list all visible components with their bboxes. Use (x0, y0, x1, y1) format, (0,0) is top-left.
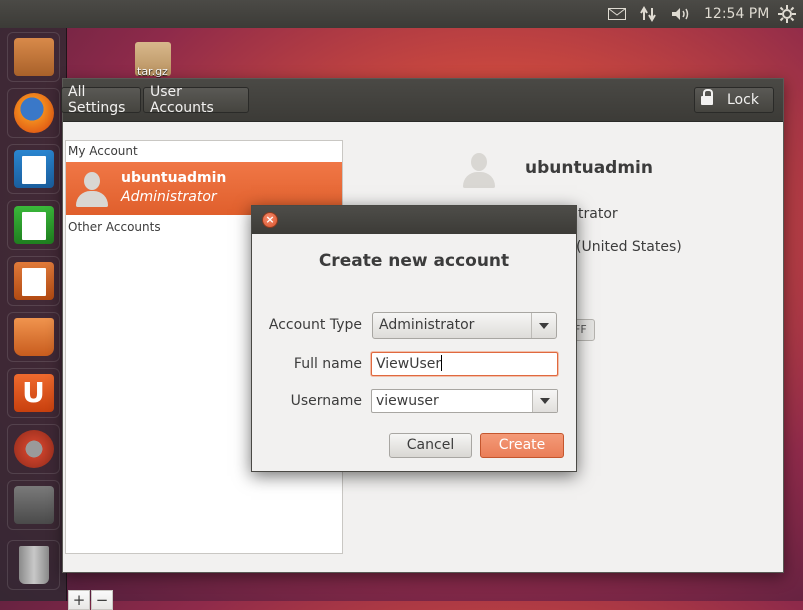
clock[interactable]: 12:54 PM (704, 6, 769, 22)
close-icon[interactable]: × (262, 212, 278, 228)
chevron-down-icon[interactable] (532, 390, 557, 412)
account-type-select[interactable]: Administrator (372, 312, 557, 339)
top-panel: 12:54 PM (0, 0, 803, 28)
username-value: viewuser (376, 393, 439, 409)
files-launcher-icon[interactable] (7, 32, 60, 82)
full-name-value: ViewUser (376, 356, 442, 372)
launcher: U (0, 28, 67, 601)
gear-icon[interactable] (777, 4, 797, 24)
dialog-title: Create new account (318, 251, 510, 271)
dialog-titlebar: × (252, 206, 576, 234)
desktop-archive-label: tar.gz (137, 65, 168, 78)
trash-launcher-icon[interactable] (7, 540, 60, 590)
user-row-name: ubuntuadmin (121, 170, 227, 186)
chevron-down-icon (531, 313, 556, 338)
lock-button[interactable]: Lock (694, 87, 774, 113)
detail-user-name[interactable]: ubuntuadmin (525, 158, 653, 178)
text-caret (441, 355, 443, 371)
firefox-launcher-icon[interactable] (7, 88, 60, 138)
user-accounts-crumb[interactable]: User Accounts (143, 84, 249, 116)
add-user-button[interactable]: + (68, 590, 90, 610)
full-name-field[interactable]: ViewUser (371, 352, 558, 376)
list-toolbar: + − (68, 590, 114, 610)
software-center-launcher-icon[interactable] (7, 312, 60, 362)
detail-language[interactable]: (United States) (576, 239, 682, 255)
workspaces-launcher-icon[interactable] (7, 480, 60, 530)
lock-label: Lock (727, 92, 759, 108)
detail-account-type[interactable]: trator (578, 206, 618, 222)
window-toolbar: All Settings User Accounts Lock (61, 79, 783, 122)
my-account-header: My Account (68, 144, 138, 158)
avatar (72, 168, 112, 208)
desktop-archive-icon[interactable]: tar.gz (131, 40, 175, 80)
account-type-value: Administrator (379, 317, 475, 333)
username-label: Username (290, 393, 362, 409)
calc-launcher-icon[interactable] (7, 200, 60, 250)
all-settings-button[interactable]: All Settings (61, 84, 141, 116)
network-icon[interactable] (638, 4, 658, 24)
ubuntu-one-launcher-icon[interactable]: U (7, 368, 60, 418)
create-button[interactable]: Create (480, 433, 564, 458)
cancel-button[interactable]: Cancel (389, 433, 472, 458)
user-row-role: Administrator (121, 189, 217, 205)
full-name-label: Full name (293, 356, 362, 372)
detail-avatar[interactable] (459, 149, 499, 189)
writer-launcher-icon[interactable] (7, 144, 60, 194)
other-accounts-header: Other Accounts (68, 220, 161, 234)
create-account-dialog: × Create new account Account Type Admini… (251, 205, 577, 472)
mail-icon[interactable] (607, 4, 627, 24)
system-settings-launcher-icon[interactable] (7, 424, 60, 474)
account-type-label: Account Type (268, 317, 362, 333)
lock-icon (701, 89, 713, 106)
impress-launcher-icon[interactable] (7, 256, 60, 306)
volume-icon[interactable] (670, 4, 692, 24)
remove-user-button[interactable]: − (91, 590, 113, 610)
username-field[interactable]: viewuser (371, 389, 558, 413)
